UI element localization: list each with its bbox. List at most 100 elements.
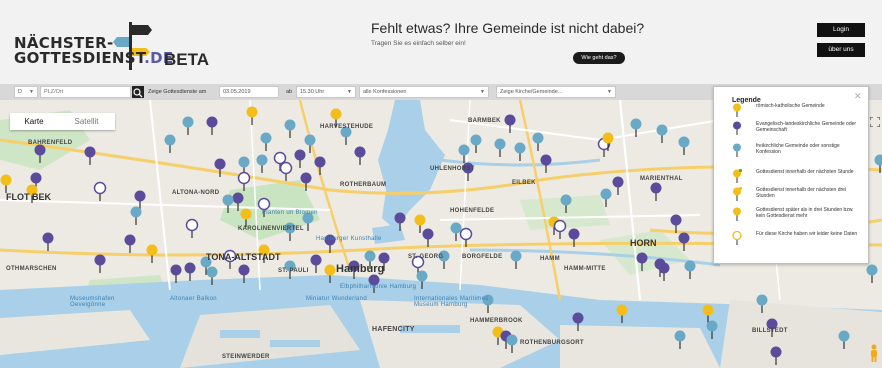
time-label: ab [286,89,293,95]
church-marker[interactable] [459,227,473,248]
church-marker[interactable] [553,219,567,240]
church-select-value: Zeige Kirche/Gemeinde... [500,89,563,95]
church-marker[interactable] [134,190,146,210]
church-marker[interactable] [314,156,326,176]
church-marker[interactable] [0,174,12,194]
church-marker[interactable] [532,132,544,152]
church-marker[interactable] [222,194,234,214]
church-marker[interactable] [616,304,628,324]
church-marker[interactable] [416,270,428,290]
map-pin-icon [733,187,742,201]
church-marker[interactable] [656,124,668,144]
church-marker[interactable] [658,262,670,282]
church-marker[interactable] [674,330,686,350]
church-marker[interactable] [34,144,46,164]
church-marker[interactable] [124,234,136,254]
map-label: BILLSTEDT [752,328,788,334]
church-marker[interactable] [874,154,882,174]
church-marker[interactable] [324,264,336,284]
church-marker[interactable] [560,194,572,214]
church-marker[interactable] [866,264,878,284]
church-marker[interactable] [284,119,296,139]
church-marker[interactable] [470,134,482,154]
church-marker[interactable] [568,228,580,248]
church-marker[interactable] [232,192,244,212]
church-marker[interactable] [94,254,106,274]
map-type-karte[interactable]: Karte [10,113,58,130]
church-select[interactable]: Zeige Kirche/Gemeinde... ▼ [496,86,616,98]
chevron-down-icon: ▼ [607,89,612,95]
pegman-icon[interactable] [868,344,880,362]
church-marker[interactable] [394,212,406,232]
church-marker[interactable] [678,232,690,252]
church-marker[interactable] [182,116,194,136]
church-marker[interactable] [256,154,268,174]
church-marker[interactable] [600,188,612,208]
map-pin-icon [733,103,741,117]
church-marker[interactable] [260,132,272,152]
church-marker[interactable] [494,138,506,158]
church-marker[interactable] [678,136,690,156]
church-marker[interactable] [146,244,158,264]
login-button[interactable]: Login [817,23,865,37]
church-marker[interactable] [630,118,642,138]
church-marker[interactable] [237,171,251,192]
church-marker[interactable] [572,312,584,332]
church-marker[interactable] [506,334,518,354]
legend-item-label: Evangelisch-landeskirchliche Gemeinde od… [756,121,857,134]
church-marker[interactable] [354,146,366,166]
church-marker[interactable] [130,206,142,226]
church-marker[interactable] [540,154,552,174]
church-marker[interactable] [706,320,718,340]
church-marker[interactable] [84,146,96,166]
church-marker[interactable] [279,161,293,182]
church-marker[interactable] [756,294,768,314]
church-marker[interactable] [684,260,696,280]
church-marker[interactable] [238,264,250,284]
close-icon[interactable]: ✕ [854,91,862,102]
church-marker[interactable] [612,176,624,196]
map-label: Internationales Maritimes Museum Hamburg [414,296,489,308]
church-marker[interactable] [510,250,522,270]
church-marker[interactable] [214,158,226,178]
denomination-select[interactable]: alle Konfessionen ▼ [359,86,489,98]
search-button[interactable] [132,86,144,98]
church-marker[interactable] [636,252,648,272]
map-label: Hamburg [336,263,385,275]
church-marker[interactable] [170,264,182,284]
church-marker[interactable] [246,106,258,126]
church-marker[interactable] [770,346,782,366]
church-marker[interactable] [414,214,426,234]
date-input[interactable]: 03.05.2019 [219,86,279,98]
church-marker[interactable] [422,228,434,248]
time-select[interactable]: 15.30 Uhr ▼ [296,86,356,98]
church-marker[interactable] [650,182,662,202]
church-marker[interactable] [240,208,252,228]
church-marker[interactable] [838,330,850,350]
church-marker[interactable] [504,114,516,134]
church-marker[interactable] [514,142,526,162]
church-marker[interactable] [310,254,322,274]
church-marker[interactable] [164,134,176,154]
church-marker[interactable] [458,144,470,164]
church-marker[interactable] [300,172,312,192]
map-type-satellite[interactable]: Satellit [58,113,115,130]
church-marker[interactable] [93,181,107,202]
church-marker[interactable] [42,232,54,252]
location-input[interactable] [40,86,131,98]
church-marker[interactable] [670,214,682,234]
church-marker[interactable] [184,262,196,282]
country-select[interactable]: D ▼ [14,86,38,98]
church-marker[interactable] [206,266,218,286]
how-it-works-button[interactable]: Wie geht das? [573,52,625,64]
map-label: HOHENFELDE [450,208,495,214]
church-marker[interactable] [185,218,199,239]
site-logo[interactable]: NÄCHSTER- GOTTESDIENST.DE BETA [14,22,209,76]
church-marker[interactable] [702,304,714,324]
church-marker[interactable] [304,134,316,154]
about-button[interactable]: über uns [817,43,865,57]
church-marker[interactable] [206,116,218,136]
fullscreen-icon[interactable] [870,117,880,127]
church-marker[interactable] [450,222,462,242]
church-marker[interactable] [294,149,306,169]
